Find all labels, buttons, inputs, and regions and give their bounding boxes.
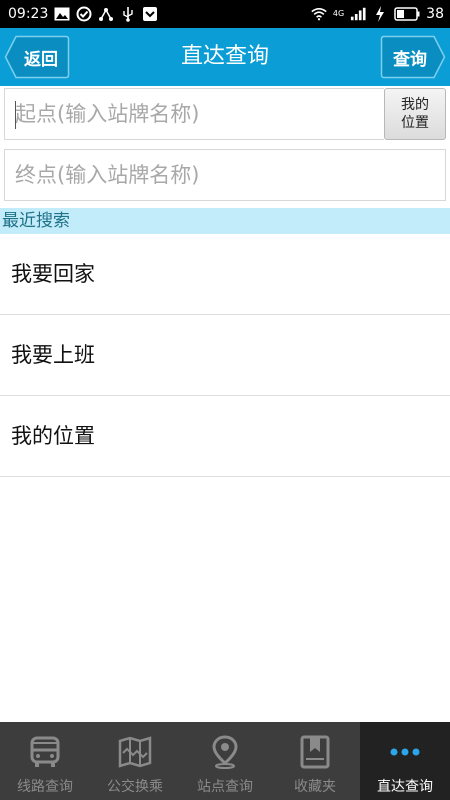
bus-icon: [27, 734, 63, 770]
list-item[interactable]: 我要上班: [0, 315, 450, 396]
tab-favorites[interactable]: 收藏夹: [270, 722, 360, 800]
end-input[interactable]: [5, 150, 445, 200]
tab-label: 公交换乘: [107, 779, 163, 795]
query-button-label: 查询: [393, 49, 427, 70]
bottom-tab-bar: 线路查询 公交换乘 站点查询 收藏夹 直达查询: [0, 722, 450, 800]
my-location-button[interactable]: 我的 位置: [384, 88, 446, 140]
status-right: 4G 38: [311, 0, 444, 28]
more-dots-icon: [387, 734, 423, 770]
signal-icon: [350, 6, 366, 22]
tab-route-query[interactable]: 线路查询: [0, 722, 90, 800]
wifi-icon: [311, 6, 327, 22]
back-button-label: 返回: [24, 49, 58, 70]
tab-station-query[interactable]: 站点查询: [180, 722, 270, 800]
share-icon: [98, 6, 114, 22]
tab-label: 站点查询: [197, 779, 253, 795]
start-field[interactable]: [4, 88, 384, 140]
status-time: 09:23: [8, 6, 49, 22]
start-input[interactable]: [5, 89, 384, 139]
status-bar: 09:23 4G 38: [0, 0, 450, 28]
charging-icon: [372, 6, 388, 22]
network-type: 4G: [332, 9, 345, 18]
tab-label: 直达查询: [377, 779, 433, 795]
bookmark-icon: [297, 734, 333, 770]
tab-direct-query[interactable]: 直达查询: [360, 722, 450, 800]
battery-level: 38: [426, 6, 444, 22]
image-notification-icon: [54, 6, 70, 22]
query-button[interactable]: 查询: [380, 35, 446, 79]
back-button[interactable]: 返回: [4, 35, 70, 79]
my-location-label-line2: 位置: [401, 115, 429, 131]
end-field[interactable]: [4, 149, 446, 201]
tab-label: 线路查询: [17, 779, 73, 795]
battery-icon: [394, 6, 420, 22]
recent-search-header: 最近搜索: [0, 208, 450, 234]
check-circle-icon: [76, 6, 92, 22]
title-bar: 直达查询 返回 查询: [0, 28, 450, 86]
status-left: 09:23: [8, 0, 158, 28]
list-item[interactable]: 我要回家: [0, 234, 450, 315]
location-pin-icon: [207, 734, 243, 770]
tab-label: 收藏夹: [294, 779, 336, 795]
map-icon: [117, 734, 153, 770]
tab-transfer[interactable]: 公交换乘: [90, 722, 180, 800]
usb-icon: [120, 6, 136, 22]
text-cursor: [15, 101, 16, 129]
recent-search-list: 我要回家 我要上班 我的位置: [0, 234, 450, 477]
list-item[interactable]: 我的位置: [0, 396, 450, 477]
shield-notification-icon: [142, 6, 158, 22]
my-location-label-line1: 我的: [401, 97, 429, 113]
